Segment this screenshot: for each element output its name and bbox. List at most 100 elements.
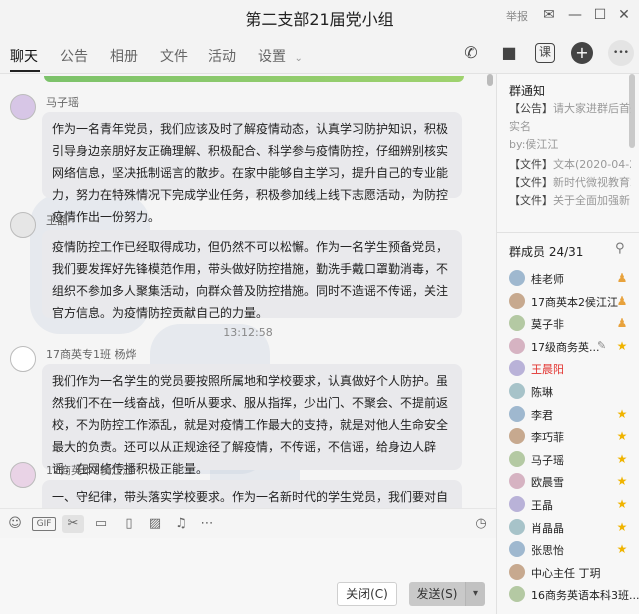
- message-bubble[interactable]: 作为一名青年党员，我们应该及时了解疫情动态，认真学习防护知识，积极引导身边亲朋好…: [42, 112, 462, 224]
- maximize-button[interactable]: ☐: [591, 6, 609, 24]
- close-button[interactable]: 关闭(C): [337, 582, 397, 606]
- send-button[interactable]: 发送(S): [409, 582, 465, 606]
- star-icon: ★: [616, 474, 628, 489]
- chat-scrollbar[interactable]: [487, 74, 493, 86]
- member-item[interactable]: 马子瑶 ★: [497, 449, 639, 471]
- member-item[interactable]: 17级商务英... ✎ ★: [497, 336, 639, 358]
- minimize-button[interactable]: —: [566, 6, 584, 24]
- member-item[interactable]: 欧晨雪 ★: [497, 471, 639, 493]
- member-item[interactable]: 肖晶晶 ★: [497, 517, 639, 539]
- tab-settings-label: 设置: [258, 49, 286, 65]
- admin-icon: ♟: [616, 293, 628, 308]
- avatar[interactable]: [509, 496, 525, 512]
- mail-icon[interactable]: ✉: [540, 6, 558, 24]
- avatar[interactable]: [509, 292, 525, 309]
- avatar[interactable]: [509, 337, 525, 354]
- avatar[interactable]: [509, 405, 525, 422]
- member-item[interactable]: 17商英本2侯江江 ♟: [497, 291, 639, 313]
- member-item[interactable]: 莫子非 ♟: [497, 313, 639, 335]
- avatar[interactable]: [509, 541, 525, 558]
- avatar[interactable]: [10, 212, 36, 238]
- avatar[interactable]: [10, 346, 36, 372]
- notice-item[interactable]: by:侯江江: [509, 136, 631, 154]
- chevron-down-icon: ⌄: [294, 53, 303, 64]
- avatar[interactable]: [509, 315, 525, 332]
- avatar[interactable]: [10, 94, 36, 120]
- title-bar: 第二支部21届党小组 举报 ✉ — ☐ ✕: [0, 0, 639, 32]
- avatar[interactable]: [509, 428, 525, 445]
- member-name: 桂老师: [531, 273, 564, 286]
- admin-icon: ♟: [616, 271, 628, 285]
- avatar[interactable]: [509, 383, 525, 399]
- avatar[interactable]: [509, 518, 525, 535]
- member-item[interactable]: 王晶 ★: [497, 494, 639, 516]
- member-item[interactable]: 桂老师 ♟: [497, 268, 639, 290]
- message-edge: [44, 76, 464, 82]
- emoji-icon[interactable]: ☺: [6, 515, 24, 533]
- member-item[interactable]: 陈琳: [497, 381, 639, 403]
- member-name: 李巧菲: [531, 431, 564, 445]
- tab-chat[interactable]: 聊天: [10, 46, 38, 66]
- star-icon: ★: [616, 429, 628, 444]
- active-tab-indicator: [10, 70, 40, 72]
- report-link[interactable]: 举报: [506, 8, 528, 24]
- notice-item[interactable]: 【文件】新时代微视教育2...: [509, 174, 631, 192]
- avatar[interactable]: [509, 473, 525, 490]
- screenshot-icon[interactable]: ✂: [62, 515, 84, 533]
- notice-item[interactable]: 【文件】文本(2020-04-2...: [509, 156, 631, 174]
- document-icon[interactable]: ▯: [120, 515, 138, 533]
- class-button[interactable]: 课: [535, 43, 555, 63]
- member-item[interactable]: 王晨阳: [497, 358, 639, 380]
- notice-item[interactable]: 实名: [509, 118, 631, 136]
- more-icon[interactable]: •••: [608, 40, 634, 66]
- star-icon: ★: [616, 406, 628, 421]
- member-name: 16商务英语本科3班...: [531, 589, 639, 603]
- add-icon[interactable]: +: [571, 42, 593, 64]
- member-name: 莫子非: [531, 318, 564, 332]
- member-item[interactable]: 张思怡 ★: [497, 539, 639, 561]
- member-item[interactable]: 16商务英语本科3班...: [497, 584, 639, 606]
- image-icon[interactable]: ▨: [146, 515, 164, 533]
- member-item[interactable]: 中心主任 丁玥: [497, 562, 639, 584]
- tab-notice[interactable]: 公告: [60, 46, 88, 66]
- more-tools-icon[interactable]: ⋯: [198, 515, 216, 533]
- phone-icon[interactable]: ✆: [459, 42, 483, 64]
- message-sender[interactable]: 王晶: [46, 212, 68, 228]
- message-bubble[interactable]: 我们作为一名学生的党员要按照所属地和学校要求，认真做好个人防护。虽然我们不在一线…: [42, 364, 462, 476]
- member-name: 王晶: [531, 499, 553, 512]
- message-sender[interactable]: 17商英专1班 杨烨: [46, 346, 137, 362]
- notice-item[interactable]: 【文件】关于全面加强新...: [509, 192, 631, 210]
- message-bubble[interactable]: 疫情防控工作已经取得成功，但仍然不可以松懈。作为一名学生预备党员，我们要发挥好先…: [42, 230, 462, 320]
- history-icon[interactable]: ◷: [472, 515, 490, 533]
- notice-item[interactable]: 【公告】请大家进群后首先: [509, 100, 631, 118]
- bell-icon[interactable]: ♫: [172, 515, 190, 533]
- video-call-icon[interactable]: ■: [497, 42, 521, 64]
- avatar[interactable]: [509, 270, 525, 286]
- avatar[interactable]: [509, 450, 525, 467]
- star-icon: ★: [616, 338, 628, 353]
- notice-title[interactable]: 群通知: [509, 82, 545, 99]
- star-icon: ★: [616, 519, 628, 534]
- send-options-icon[interactable]: ▾: [465, 582, 485, 606]
- member-item[interactable]: 李巧菲 ★: [497, 426, 639, 448]
- close-window-button[interactable]: ✕: [615, 6, 633, 24]
- tab-album[interactable]: 相册: [110, 46, 138, 66]
- tab-files[interactable]: 文件: [160, 46, 188, 66]
- folder-icon[interactable]: ▭: [92, 515, 110, 533]
- search-icon[interactable]: ⚲: [615, 241, 625, 256]
- members-title: 群成员 24/31: [509, 245, 584, 259]
- member-item[interactable]: 李君 ★: [497, 404, 639, 426]
- tab-settings[interactable]: 设置 ⌄: [258, 46, 303, 66]
- gif-button[interactable]: GIF: [32, 517, 56, 531]
- edit-icon[interactable]: ✎: [597, 339, 606, 352]
- message-sender[interactable]: 马子瑶: [46, 94, 79, 110]
- avatar[interactable]: [509, 563, 525, 580]
- panel-divider: [497, 232, 639, 233]
- avatar[interactable]: [509, 586, 525, 603]
- message-sender[interactable]: 17商英本2侯江江: [46, 462, 133, 478]
- message-bubble[interactable]: 一、守纪律，带头落实学校要求。作为一名新时代的学生党员，我们要对自己高标: [42, 480, 462, 508]
- tab-activity[interactable]: 活动: [208, 46, 236, 66]
- member-name: 肖晶晶: [531, 521, 564, 535]
- avatar[interactable]: [10, 462, 36, 488]
- avatar[interactable]: [509, 360, 525, 377]
